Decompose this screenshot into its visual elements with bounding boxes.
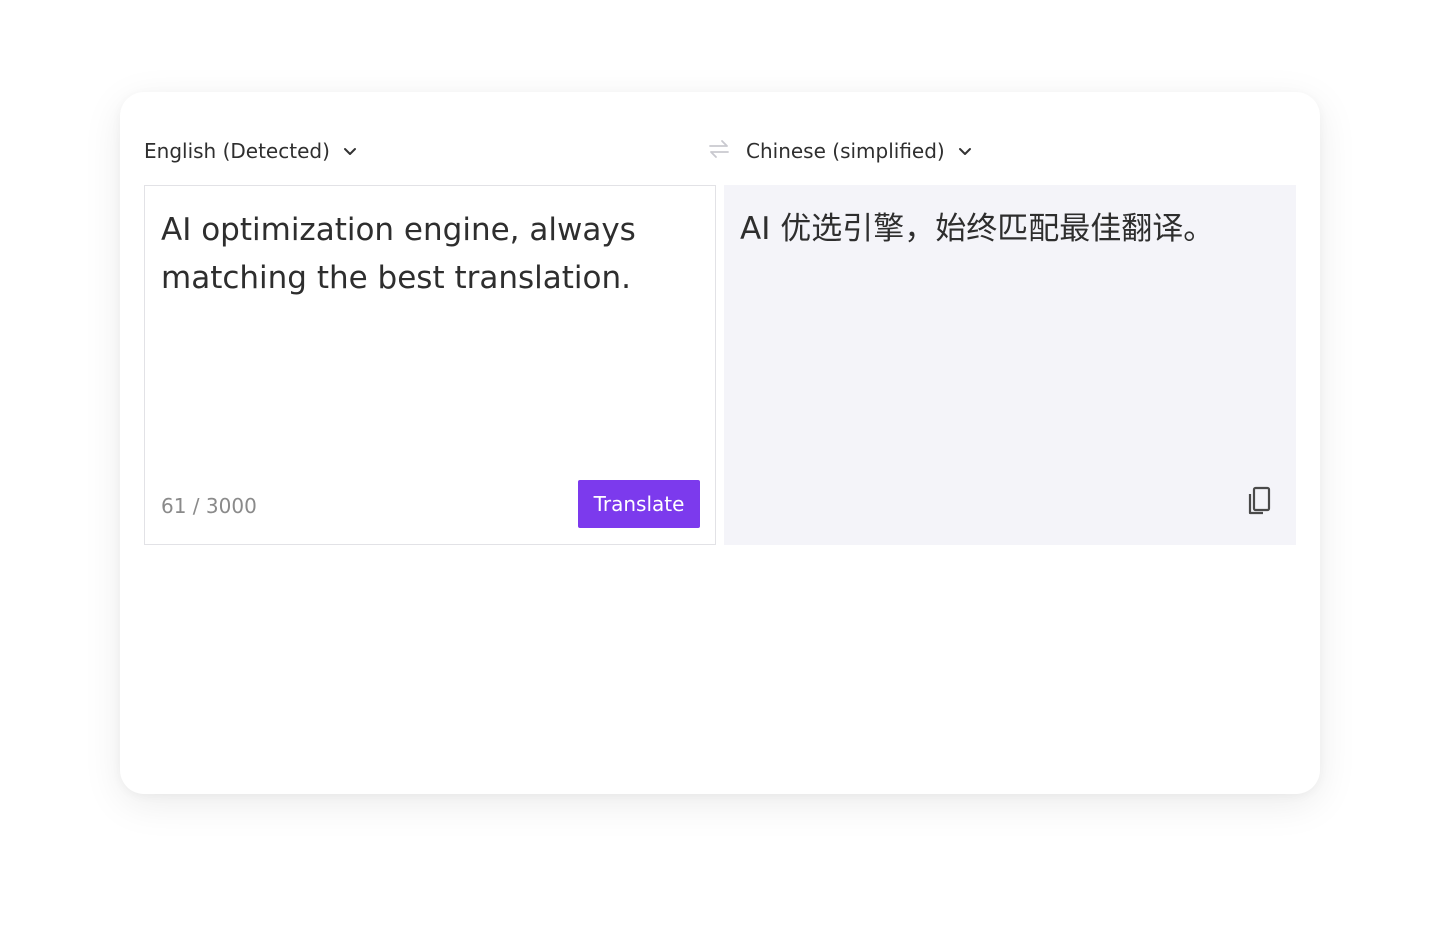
swap-languages-button[interactable] bbox=[706, 139, 732, 163]
source-language-selector[interactable]: English (Detected) bbox=[144, 138, 358, 164]
source-text-input[interactable]: AI optimization engine, always matching … bbox=[161, 206, 691, 302]
translated-text-output: AI 优选引擎，始终匹配最佳翻译。 bbox=[740, 211, 1215, 247]
character-counter: 61 / 3000 bbox=[161, 494, 257, 518]
target-language-selector[interactable]: Chinese (simplified) bbox=[746, 138, 973, 164]
chevron-down-icon[interactable] bbox=[342, 143, 358, 159]
target-language-label[interactable]: Chinese (simplified) bbox=[746, 139, 945, 163]
target-text-panel: AI 优选引擎，始终匹配最佳翻译。 bbox=[724, 185, 1296, 545]
copy-button[interactable] bbox=[1244, 486, 1274, 520]
chevron-down-icon[interactable] bbox=[957, 143, 973, 159]
translator-card: English (Detected) Chinese (simplified) … bbox=[120, 92, 1320, 794]
source-text-panel: AI optimization engine, always matching … bbox=[144, 185, 716, 545]
swap-arrows-icon bbox=[707, 139, 731, 163]
source-language-label[interactable]: English (Detected) bbox=[144, 139, 330, 163]
copy-icon bbox=[1246, 486, 1272, 520]
translate-button[interactable]: Translate bbox=[578, 480, 700, 528]
